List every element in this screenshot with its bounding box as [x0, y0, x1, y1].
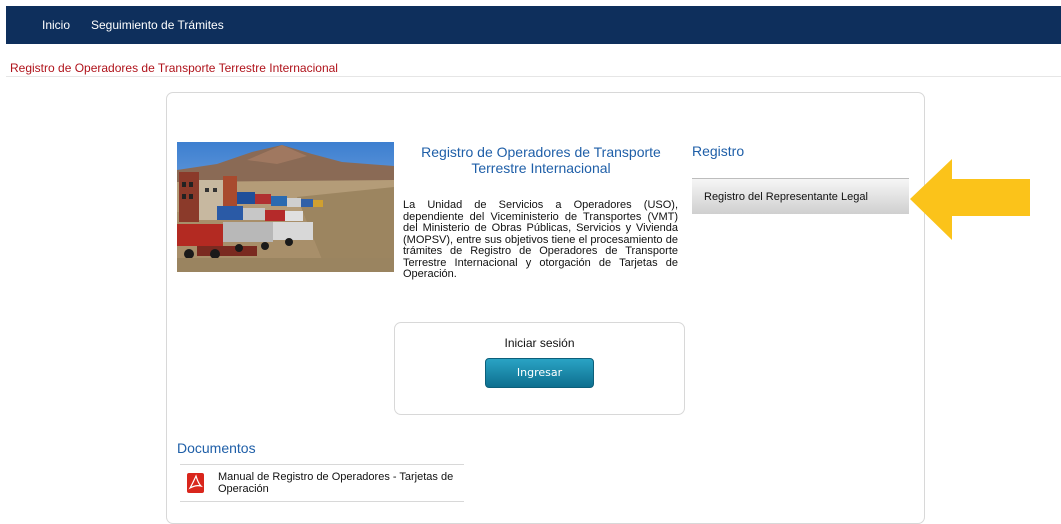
nav-inicio[interactable]: Inicio — [42, 18, 70, 32]
pdf-icon — [187, 473, 204, 493]
breadcrumb-divider — [6, 76, 1061, 77]
arrow-left-icon — [910, 159, 1030, 240]
documentos-heading: Documentos — [177, 440, 256, 456]
registro-heading: Registro — [692, 143, 745, 159]
ingresar-button[interactable]: Ingresar — [485, 358, 594, 388]
breadcrumb: Registro de Operadores de Transporte Ter… — [10, 61, 338, 75]
intro-title: Registro de Operadores de Transporte Ter… — [421, 144, 661, 176]
registro-representante-legal-link[interactable]: Registro del Representante Legal — [692, 178, 909, 214]
navbar: Inicio Seguimiento de Trámites — [6, 6, 1061, 44]
login-title: Iniciar sesión — [504, 336, 575, 350]
login-box: Iniciar sesión Ingresar — [394, 322, 685, 415]
nav-seguimiento-tramites[interactable]: Seguimiento de Trámites — [91, 18, 224, 32]
document-link[interactable]: Manual de Registro de Operadores - Tarje… — [180, 464, 464, 502]
document-label: Manual de Registro de Operadores - Tarje… — [218, 471, 454, 495]
trucks-photo — [177, 142, 394, 272]
intro-description: La Unidad de Servicios a Operadores (USO… — [403, 199, 678, 280]
